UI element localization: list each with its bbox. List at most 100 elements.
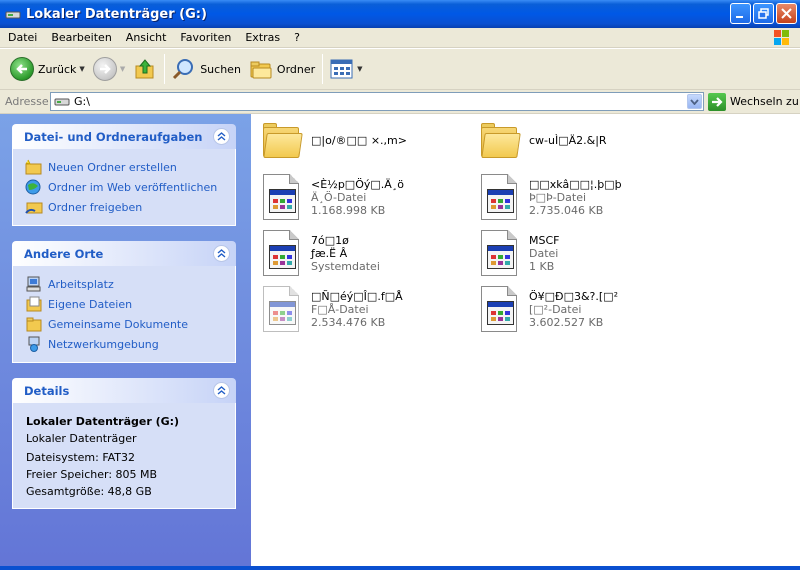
- application-file-icon: [479, 174, 519, 222]
- folders-button[interactable]: Ordner: [245, 52, 319, 86]
- back-dropdown-icon[interactable]: ▼: [79, 65, 84, 73]
- address-value[interactable]: G:\: [74, 95, 90, 108]
- back-label: Zurück: [38, 62, 77, 76]
- forward-dropdown-icon[interactable]: ▼: [120, 65, 125, 73]
- file-item[interactable]: <È½p□Öý□.Ä¸ö Ä¸Ö-Datei 1.168.998 KB: [253, 174, 463, 226]
- close-button[interactable]: [776, 3, 797, 24]
- search-label: Suchen: [200, 62, 241, 76]
- search-button[interactable]: Suchen: [168, 52, 245, 86]
- folders-label: Ordner: [276, 62, 316, 76]
- file-item[interactable]: 7ó□1ø ƒæ.Ë Â Systemdatei: [253, 230, 463, 282]
- minimize-button[interactable]: [730, 3, 751, 24]
- panel-title: Details: [24, 383, 70, 398]
- item-name: □|o/®□□ ×.,m>: [311, 134, 407, 147]
- folder-up-icon: [135, 59, 154, 79]
- item-type: Þ□Þ-Datei: [529, 191, 587, 204]
- item-size: 3.602.527 KB: [529, 316, 604, 329]
- application-file-icon: [479, 286, 519, 334]
- file-item[interactable]: □Ñ□éý□Î□.f□Å F□Å-Datei 2.534.476 KB: [253, 286, 463, 338]
- file-item[interactable]: MSCF Datei 1 KB: [471, 230, 681, 282]
- item-name: <È½p□Öý□.Ä¸ö: [311, 178, 405, 191]
- panel-body: Neuen Ordner erstellen Ordner im Web ver…: [12, 149, 236, 226]
- task-label: Neuen Ordner erstellen: [48, 160, 177, 174]
- minimize-icon: [736, 16, 743, 18]
- forward-button[interactable]: ▼: [89, 52, 129, 86]
- collapse-button[interactable]: [213, 245, 230, 262]
- chevron-up-icon: [217, 132, 226, 141]
- address-dropdown-button[interactable]: [687, 94, 702, 109]
- drive-icon: [5, 6, 21, 22]
- menu-datei[interactable]: Datei: [0, 31, 44, 44]
- menu-extras[interactable]: Extras: [238, 31, 287, 44]
- item-name: □Ñ□éý□Î□.f□Å: [311, 290, 403, 303]
- panel-header[interactable]: Details: [12, 378, 236, 403]
- panel-header[interactable]: Datei- und Ordneraufgaben: [12, 124, 236, 149]
- other-places-panel: Andere Orte Arbeitsplatz Eigene Dateien: [12, 241, 236, 363]
- item-type: Systemdatei: [311, 260, 380, 273]
- panel-header[interactable]: Andere Orte: [12, 241, 236, 266]
- item-type: F□Å-Datei: [311, 303, 369, 316]
- folder-item[interactable]: □|o/®□□ ×.,m>: [253, 120, 463, 172]
- toolbar: Zurück ▼ ▼ Suchen Ordner ▼: [0, 48, 800, 90]
- place-label: Arbeitsplatz: [48, 277, 114, 291]
- menu-bearbeiten[interactable]: Bearbeiten: [44, 31, 118, 44]
- my-computer-icon: [25, 276, 43, 292]
- task-publish-web[interactable]: Ordner im Web veröffentlichen: [25, 177, 235, 197]
- go-arrow-icon: [708, 92, 726, 111]
- panel-body: Arbeitsplatz Eigene Dateien Gemeinsame D…: [12, 266, 236, 363]
- menu-ansicht[interactable]: Ansicht: [119, 31, 174, 44]
- place-my-documents[interactable]: Eigene Dateien: [25, 294, 235, 314]
- item-name: Ö¥□Ð□3&?.[□²: [529, 290, 618, 303]
- back-button[interactable]: Zurück ▼: [6, 52, 89, 86]
- collapse-button[interactable]: [213, 128, 230, 145]
- chevron-up-icon: [217, 249, 226, 258]
- go-button[interactable]: Wechseln zu: [708, 92, 799, 111]
- item-size: 1 KB: [529, 260, 555, 273]
- details-type: Lokaler Datenträger: [26, 432, 137, 445]
- details-free-space: Freier Speicher: 805 MB: [26, 468, 158, 481]
- window-title: Lokaler Datenträger (G:): [26, 6, 207, 22]
- views-dropdown-icon[interactable]: ▼: [357, 65, 362, 73]
- application-file-icon: [261, 286, 301, 334]
- new-folder-icon: [25, 159, 43, 175]
- web-publish-icon: [25, 179, 43, 195]
- item-type: Ä¸Ö-Datei: [311, 191, 367, 204]
- item-name-line2: ƒæ.Ë Â: [311, 247, 348, 260]
- menu-favoriten[interactable]: Favoriten: [173, 31, 238, 44]
- address-bar: Adresse G:\ Wechseln zu: [0, 90, 800, 114]
- up-button[interactable]: [129, 52, 161, 86]
- details-name: Lokaler Datenträger (G:): [26, 415, 180, 428]
- file-view: □|o/®□□ ×.,m> cw-uÌ□Ä2.&|R <È½p□Öý□.Ä¸ö …: [251, 114, 800, 566]
- file-item[interactable]: Ö¥□Ð□3&?.[□² [□²-Datei 3.602.527 KB: [471, 286, 681, 338]
- search-icon: [173, 59, 194, 80]
- menu-bar: Datei Bearbeiten Ansicht Favoriten Extra…: [0, 28, 800, 48]
- task-share-folder[interactable]: Ordner freigeben: [25, 197, 235, 217]
- task-label: Ordner freigeben: [48, 200, 143, 214]
- item-size: 1.168.998 KB: [311, 204, 386, 217]
- views-button[interactable]: ▼: [326, 52, 366, 86]
- windows-logo-icon: [770, 28, 794, 48]
- folder-icon: [261, 120, 303, 168]
- panel-title: Andere Orte: [24, 246, 104, 261]
- menu-help[interactable]: ?: [287, 31, 307, 44]
- item-size: 2.534.476 KB: [311, 316, 386, 329]
- chevron-up-icon: [217, 386, 226, 395]
- task-label: Ordner im Web veröffentlichen: [48, 180, 218, 194]
- place-my-computer[interactable]: Arbeitsplatz: [25, 274, 235, 294]
- place-shared-documents[interactable]: Gemeinsame Dokumente: [25, 314, 235, 334]
- item-name: cw-uÌ□Ä2.&|R: [529, 134, 607, 147]
- network-icon: [25, 336, 43, 352]
- file-item[interactable]: □□xkâ□□¦.þ□þ Þ□Þ-Datei 2.735.046 KB: [471, 174, 681, 226]
- place-network[interactable]: Netzwerkumgebung: [25, 334, 235, 354]
- address-field[interactable]: G:\: [50, 92, 704, 111]
- forward-arrow-icon: [92, 57, 117, 81]
- task-new-folder[interactable]: Neuen Ordner erstellen: [25, 157, 235, 177]
- folder-item[interactable]: cw-uÌ□Ä2.&|R: [471, 120, 681, 172]
- drive-icon: [54, 98, 70, 105]
- collapse-button[interactable]: [213, 382, 230, 399]
- restore-button[interactable]: [753, 3, 774, 24]
- go-label: Wechseln zu: [730, 95, 799, 108]
- folders-icon: [250, 61, 272, 79]
- folder-icon: [479, 120, 521, 168]
- title-bar: Lokaler Datenträger (G:): [0, 0, 800, 28]
